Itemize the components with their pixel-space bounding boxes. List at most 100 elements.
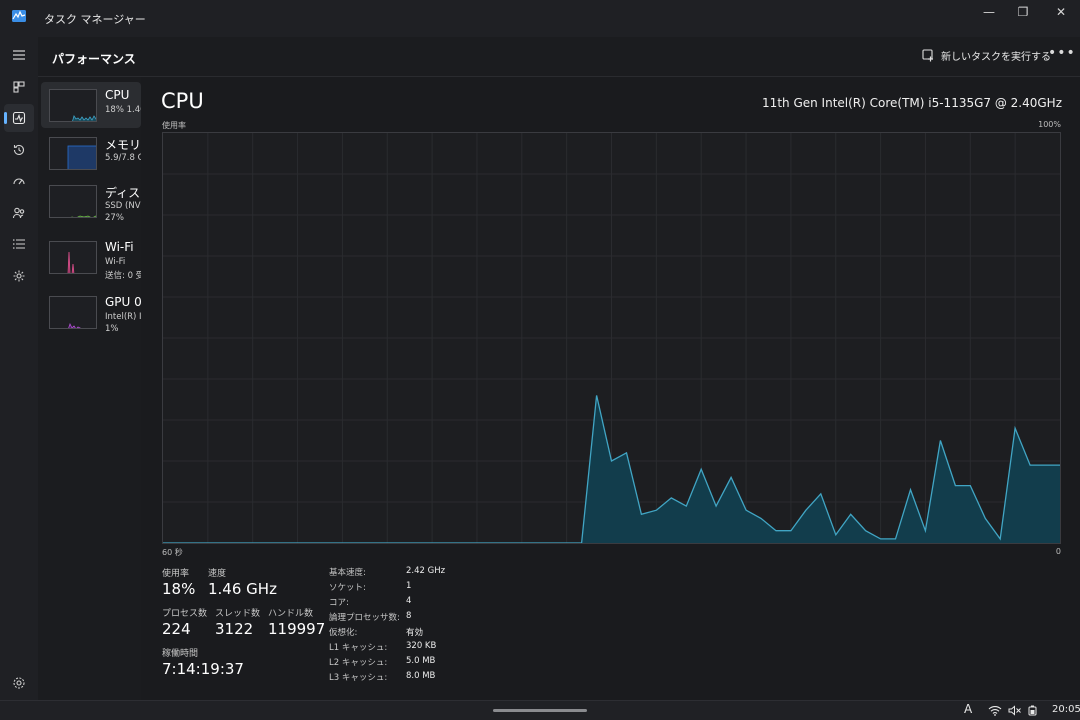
wifi-mini-graph [49,241,97,274]
task-manager-app-icon [12,10,26,22]
gpu-mini-graph [49,296,97,329]
resource-item-name: CPU [105,88,130,102]
close-icon: ✕ [1055,5,1067,19]
handle-count-label: ハンドル数 [268,609,314,619]
handle-count-value: 119997 [268,620,326,638]
resource-item-name: Wi-Fi [105,240,134,254]
startup-apps-icon [13,178,25,185]
nav-app-history[interactable] [4,136,34,164]
cpu-mini-graph [49,89,97,122]
nav-details[interactable] [4,230,34,258]
processes-icon [13,81,25,93]
resource-item-memory[interactable]: メモリ 5.9/7.8 GB (76%) [41,130,141,176]
graph-max-label: 100% [1038,120,1061,129]
resource-item-gpu[interactable]: GPU 0 Intel(R) Iris(R) Xe Graphics 1% [41,289,141,335]
resource-item-detail: SSD (NVMe) [105,201,141,211]
spec-value: 320 KB [406,641,437,651]
usage-label: 使用率 [162,569,190,579]
resource-item-name: ディスク 0 (C:) [105,186,141,200]
hamburger-menu-button[interactable] [4,41,34,69]
resource-item-disk[interactable]: ディスク 0 (C:) SSD (NVMe) 27% [41,178,141,224]
spec-key: L2 キャッシュ: [329,658,388,668]
uptime-label: 稼働時間 [162,649,199,659]
wifi-icon[interactable] [988,705,1002,716]
spec-key: L3 キャッシュ: [329,673,388,683]
users-icon [12,207,25,219]
resource-list: CPU 18% 1.46 GHz メモリ 5.9/7.8 GB (76%) ディ… [38,77,141,700]
spec-value: 8 [406,611,412,621]
clock[interactable]: 20:05 [1052,704,1080,715]
performance-icon [12,111,26,125]
spec-key: L1 キャッシュ: [329,643,388,653]
ime-indicator-icon[interactable]: A [964,702,972,716]
nav-users[interactable] [4,199,34,227]
taskbar-handle[interactable] [493,709,587,712]
cpu-heading: CPU [161,89,204,113]
close-button[interactable]: ✕ [1044,0,1078,24]
resource-item-wifi[interactable]: Wi-Fi Wi-Fi 送信: 0 受信: 0 Kbps [41,234,141,280]
nav-services[interactable] [4,262,34,290]
spec-key: コア: [329,598,349,608]
window-title: タスク マネージャー [44,13,146,26]
spec-key: 基本速度: [329,568,366,578]
nav-settings[interactable] [4,669,34,697]
spec-value: 2.42 GHz [406,566,446,576]
title-bar: タスク マネージャー — ❐ ✕ [0,0,1080,37]
resource-item-detail: 5.9/7.8 GB (76%) [105,153,141,163]
cpu-model-name: 11th Gen Intel(R) Core(TM) i5-1135G7 @ 2… [762,96,1062,110]
battery-icon[interactable] [1028,705,1038,716]
maximize-button[interactable]: ❐ [1006,0,1040,24]
graph-now-label: 0 [1055,547,1061,556]
services-icon [13,270,25,282]
details-icon [13,239,25,249]
graph-usage-label: 使用率 [162,121,186,130]
nav-startup-apps[interactable] [4,167,34,195]
resource-item-cpu[interactable]: CPU 18% 1.46 GHz [41,82,141,128]
process-count-value: 224 [162,620,191,638]
more-options-button[interactable]: ••• [1048,46,1075,66]
maximize-icon: ❐ [1017,5,1029,19]
resource-item-detail-2: 送信: 0 受信: 0 Kbps [105,271,141,280]
spec-key: 論理プロセッサ数: [329,613,400,623]
spec-value: 有効 [406,628,424,638]
thread-count-value: 3122 [215,620,254,638]
resource-item-detail: Intel(R) Iris(R) Xe Graphics [105,312,141,322]
minimize-icon: — [983,5,995,19]
spec-value: 4 [406,596,412,606]
minimize-button[interactable]: — [972,0,1006,24]
hamburger-menu-icon [13,50,25,60]
resource-item-name: メモリ [105,138,141,152]
resource-item-name: GPU 0 [105,295,141,309]
run-task-label: 新しいタスクを実行する [941,52,1051,63]
resource-item-detail-2: 27% [105,213,124,223]
cpu-usage-graph [162,132,1061,544]
nav-performance[interactable] [4,104,34,132]
spec-value: 8.0 MB [406,671,436,681]
page-title: パフォーマンス [52,52,136,66]
run-new-task-button[interactable]: 新しいタスクを実行する [922,48,1051,63]
resource-item-detail-2: 1% [105,324,119,334]
speed-value: 1.46 GHz [208,580,277,598]
speed-label: 速度 [208,569,227,579]
graph-time-label: 60 秒 [162,548,183,557]
memory-mini-graph [49,137,97,170]
run-task-icon [922,49,933,62]
cpu-usage-chart [163,133,1060,543]
taskbar: A 20:05 [0,700,1080,720]
resource-item-detail: 18% 1.46 GHz [105,105,141,115]
thread-count-label: スレッド数 [215,609,261,619]
disk-mini-graph [49,185,97,218]
app-history-icon [13,144,25,156]
usage-value: 18% [162,580,196,598]
spec-key: 仮想化: [329,628,358,638]
volume-muted-icon[interactable] [1008,705,1022,716]
spec-value: 1 [406,581,412,591]
cpu-detail-panel: CPU 11th Gen Intel(R) Core(TM) i5-1135G7… [141,77,1080,700]
spec-key: ソケット: [329,583,366,593]
page-header: パフォーマンス 新しいタスクを実行する ••• [38,37,1080,77]
process-count-label: プロセス数 [162,609,208,619]
settings-icon [13,677,25,689]
resource-item-detail: Wi-Fi [105,257,126,267]
nav-processes[interactable] [4,73,34,101]
navigation-rail [0,37,38,700]
